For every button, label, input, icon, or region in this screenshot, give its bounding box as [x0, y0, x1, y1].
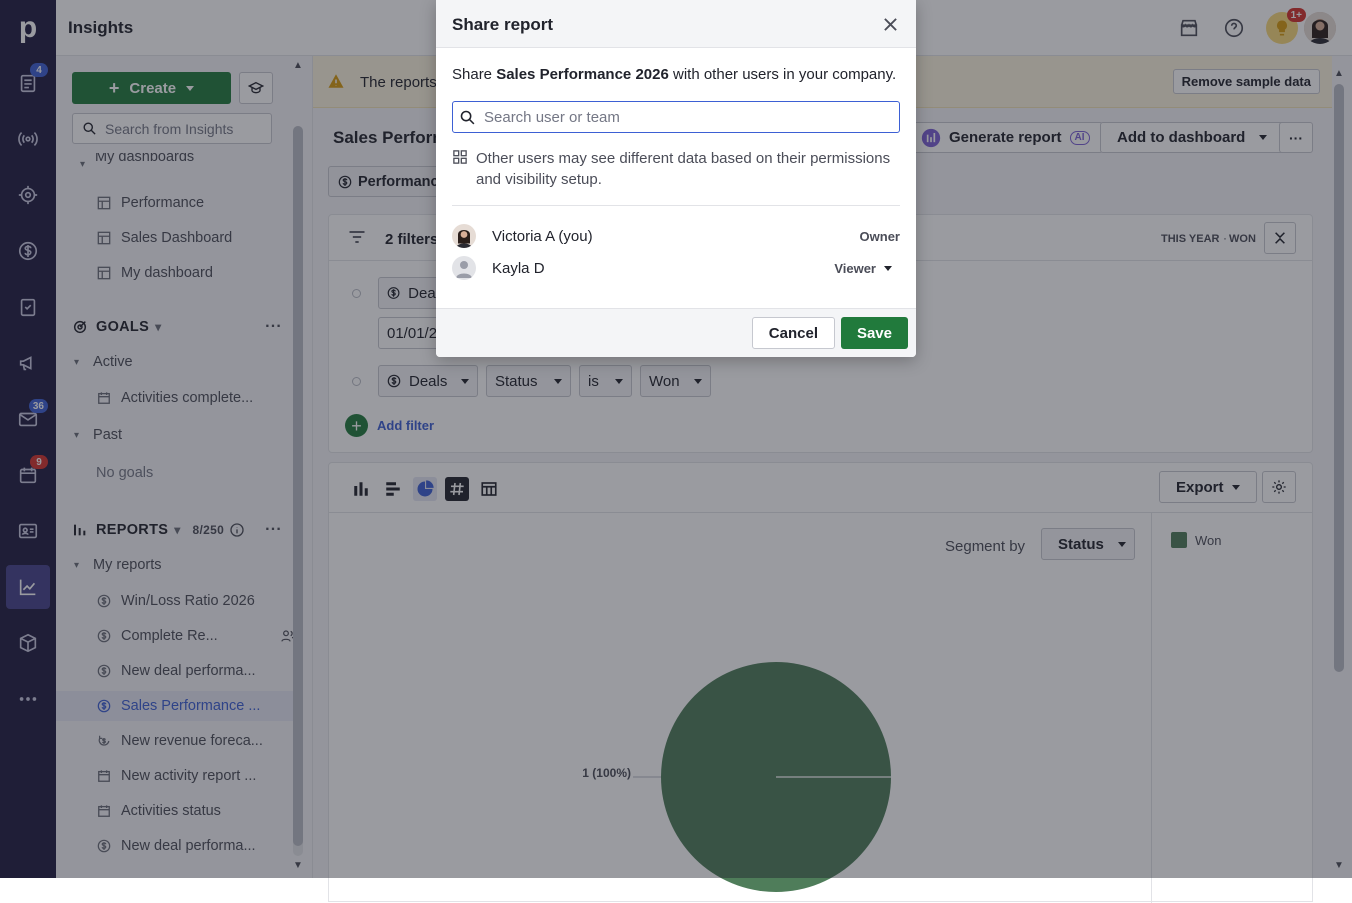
report-name: Sales Performance 2026	[496, 66, 669, 83]
permissions-note: Other users may see different data based…	[476, 150, 891, 188]
modal-title: Share report	[452, 15, 554, 34]
shared-user-row: Victoria A (you) Owner	[452, 223, 900, 249]
shared-user-row: Kayla D Viewer	[452, 255, 900, 281]
default-avatar-icon	[452, 256, 476, 280]
user-avatar	[452, 224, 476, 248]
modal-description: Share Sales Performance 2026 with other …	[452, 66, 897, 83]
role-label: Owner	[859, 228, 900, 244]
chevron-down-icon	[884, 265, 892, 271]
visibility-grid-icon	[453, 150, 467, 164]
role-select[interactable]: Viewer	[834, 261, 892, 276]
search-icon	[460, 110, 475, 124]
modal-header: Share report	[436, 0, 916, 48]
save-button[interactable]: Save	[840, 317, 908, 349]
modal-divider	[452, 205, 900, 206]
share-report-modal: Share report Share Sales Performance 202…	[436, 0, 916, 357]
close-icon[interactable]	[880, 14, 900, 34]
modal-footer: Cancel Save	[436, 308, 916, 357]
cancel-button[interactable]: Cancel	[751, 317, 835, 349]
share-search-field[interactable]	[452, 101, 900, 133]
share-search-input[interactable]	[484, 108, 864, 126]
